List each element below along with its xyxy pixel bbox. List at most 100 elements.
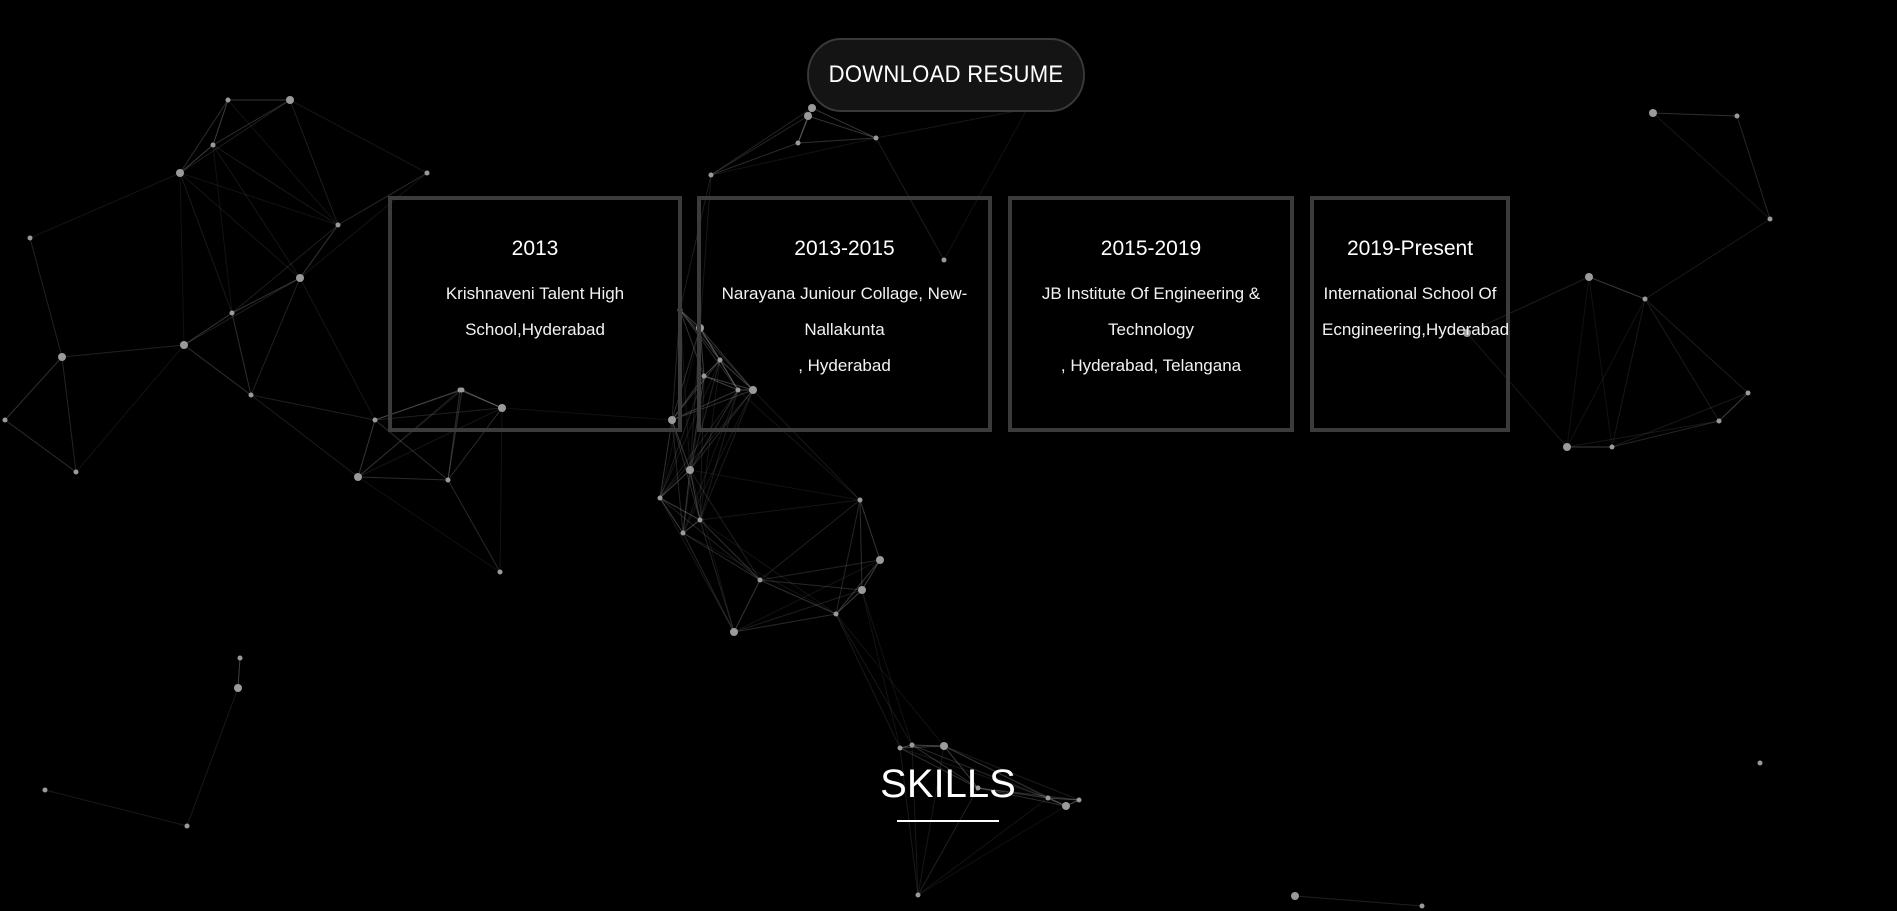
particle-dot [1563,443,1571,451]
particle-line [807,115,877,139]
particle-dot [873,135,879,141]
particle-line [1588,276,1646,300]
particle-dot [1767,216,1773,222]
particle-line [859,499,881,561]
particle-line [212,144,339,226]
particle-line [1644,298,1720,422]
particle-dot [915,892,921,898]
particle-line [212,99,291,146]
education-year: 2013-2015 [794,237,895,260]
particle-line [1652,112,1738,117]
particle-dot [27,235,33,241]
particle-line [212,99,229,146]
education-card-2013-2015: 2013-2015 Narayana Juniour Collage, New-… [697,196,992,432]
particle-line [75,344,185,473]
particle-line [227,99,339,226]
particle-dot [248,392,254,398]
particle-line [1644,218,1771,300]
education-institution: International School Of Ecngineering,Hyd… [1322,284,1510,339]
particle-line [4,419,77,473]
particle-line [186,687,239,827]
particle-dot [296,274,304,282]
education-institution: Narayana Juniour Collage, New- Nallakunt… [721,284,968,375]
particle-line [179,144,214,174]
particle-line [1718,392,1749,422]
particle-line [835,613,913,746]
particle-line [29,172,181,239]
particle-dot [897,745,903,751]
education-year: 2019-Present [1346,237,1474,260]
particle-line [689,469,761,581]
particle-line [1652,112,1771,220]
particle-line [699,519,837,615]
particle-dot [1585,273,1593,281]
particle-dot [497,569,503,575]
education-institution: JB Institute Of Engineering & Technology… [1041,284,1261,375]
particle-dot [1642,296,1648,302]
download-resume-button[interactable]: DOWNLOAD RESUME [807,38,1085,112]
education-year: 2015-2019 [1100,237,1202,260]
particle-dot [1609,444,1615,450]
particle-dot [757,577,763,583]
particle-line [1294,895,1423,907]
particle-dot [210,142,216,148]
particle-line [357,476,449,481]
particle-dot [1291,892,1299,900]
particle-line [1644,298,1749,394]
particle-dot [1419,903,1425,909]
particle-line [733,579,761,633]
particle-dot [1649,109,1657,117]
particle-line [859,499,863,591]
particle-line [911,744,945,747]
particle-line [710,137,877,176]
education-card-2019-present: 2019-Present International School Of Ecn… [1310,196,1510,432]
particle-line [179,99,291,174]
particle-dot [697,517,703,523]
particle-dot [58,353,66,361]
particle-line [659,469,691,499]
particle-line [183,312,233,346]
particle-dot [940,742,948,750]
particle-line [659,497,761,581]
particle-dot [1745,390,1751,396]
particle-line [4,356,63,421]
particle-line [759,579,863,591]
particle-dot [858,586,866,594]
particle-line [250,394,359,478]
particle-dot [795,140,801,146]
particle-line [710,142,799,176]
particle-line [1588,276,1613,448]
particle-dot [680,530,686,536]
particle-dot [2,417,8,423]
particle-dot [876,556,884,564]
education-card-2015-2019: 2015-2019 JB Institute Of Engineering & … [1008,196,1294,432]
particle-line [499,407,503,573]
education-card-2013: 2013 Krishnaveni Talent High School,Hyde… [388,196,682,432]
particle-dot [657,495,663,501]
particle-line [179,99,229,174]
particle-dot [1062,802,1070,810]
particle-dot [234,684,242,692]
particle-dot [225,97,231,103]
particle-dot [730,628,738,636]
particle-line [682,532,837,615]
particle-dot [424,170,430,176]
particle-line [1611,420,1720,448]
particle-dot [909,742,915,748]
particle-dot [184,823,190,829]
skills-heading: SKILLS [880,762,1016,806]
particle-line [44,789,188,827]
particle-dot [286,96,294,104]
particle-line [61,356,77,473]
particle-line [759,499,861,581]
particle-line [250,394,376,421]
particle-dot [1076,797,1082,803]
particle-line [299,277,376,421]
particle-line [1566,298,1646,448]
particle-dot [1716,418,1722,424]
particle-dot [335,222,341,228]
education-institution: Krishnaveni Talent High School,Hyderabad [445,284,625,339]
particle-dot [237,655,243,661]
particle-line [183,277,301,346]
particle-dot [42,787,48,793]
